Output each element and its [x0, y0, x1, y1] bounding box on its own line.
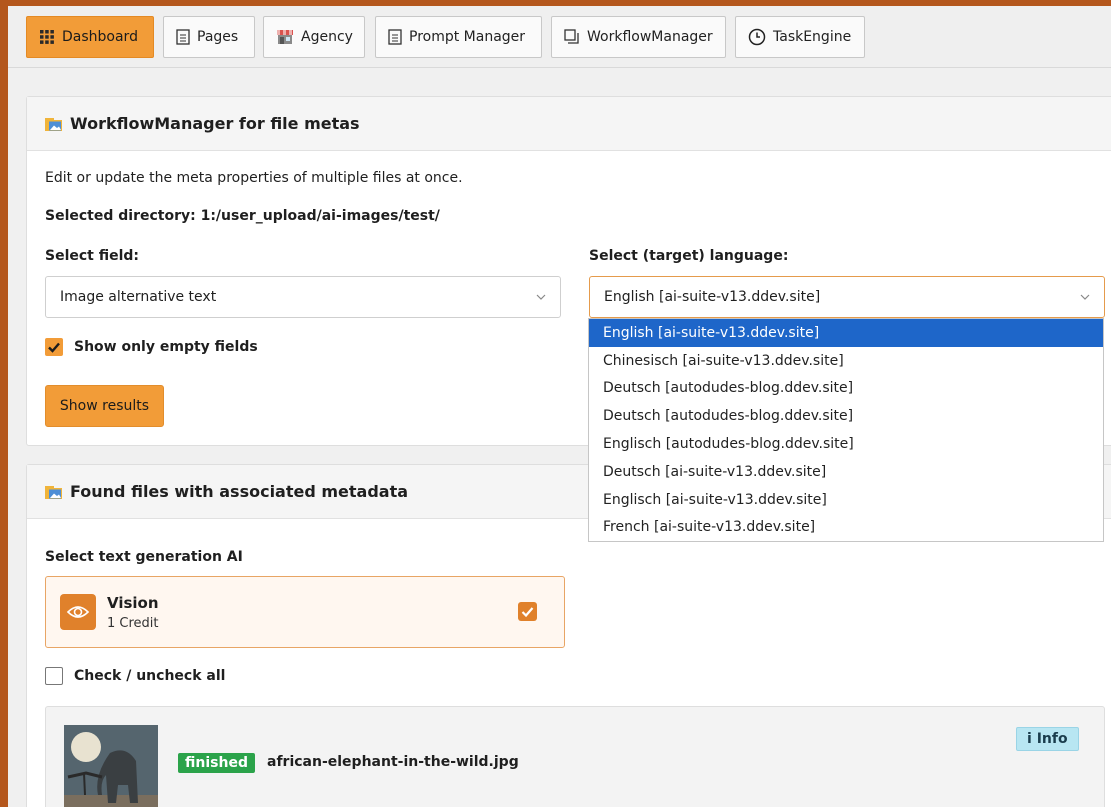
ai-option-name: Vision — [107, 594, 159, 612]
language-select-value: English [ai-suite-v13.ddev.site] — [604, 289, 821, 305]
language-select[interactable]: English [ai-suite-v13.ddev.site] — [589, 276, 1105, 318]
language-option[interactable]: Englisch [autodudes-blog.ddev.site] — [589, 430, 1103, 458]
language-label: Select (target) language: — [589, 248, 789, 264]
language-option[interactable]: Deutsch [autodudes-blog.ddev.site] — [589, 375, 1103, 403]
document-icon — [388, 29, 402, 45]
panel-title: WorkflowManager for file metas — [70, 114, 360, 133]
ai-select-label: Select text generation AI — [45, 549, 243, 565]
language-option[interactable]: French [ai-suite-v13.ddev.site] — [589, 514, 1103, 541]
panel-title: Found files with associated metadata — [70, 482, 409, 501]
eye-icon — [60, 594, 96, 630]
tab-label: Pages — [197, 29, 239, 45]
file-name: african-elephant-in-the-wild.jpg — [267, 754, 519, 770]
field-select[interactable]: Image alternative text — [45, 276, 561, 318]
info-icon: i — [1027, 731, 1032, 747]
language-dropdown-list: English [ai-suite-v13.ddev.site] Chinesi… — [588, 318, 1104, 542]
tab-workflow-manager[interactable]: WorkflowManager — [551, 16, 726, 58]
file-thumbnail — [64, 725, 158, 807]
file-row: finished african-elephant-in-the-wild.jp… — [45, 706, 1105, 807]
shop-icon — [277, 30, 293, 44]
image-folder-icon — [45, 485, 62, 499]
tab-label: Prompt Manager — [409, 29, 526, 45]
info-button-label: Info — [1036, 731, 1068, 747]
language-option[interactable]: Deutsch [autodudes-blog.ddev.site] — [589, 402, 1103, 430]
check-all-label: Check / uncheck all — [74, 668, 226, 684]
status-badge: finished — [178, 753, 255, 773]
panel-header: WorkflowManager for file metas — [27, 97, 1111, 151]
tab-dashboard[interactable]: Dashboard — [26, 16, 154, 58]
clock-icon — [748, 28, 766, 46]
module-description: Edit or update the meta properties of mu… — [45, 170, 463, 186]
ai-option-vision[interactable]: Vision 1 Credit — [45, 576, 565, 648]
info-button[interactable]: i Info — [1016, 727, 1079, 751]
chevron-down-icon — [536, 294, 546, 300]
ai-option-credit: 1 Credit — [107, 616, 159, 631]
tab-agency[interactable]: Agency — [263, 16, 365, 58]
selected-directory: Selected directory: 1:/user_upload/ai-im… — [45, 208, 440, 224]
language-option[interactable]: English [ai-suite-v13.ddev.site] — [589, 319, 1103, 347]
module-tab-bar: Dashboard Pages Agency Prompt Manager Wo… — [8, 6, 1111, 68]
chevron-down-icon — [1080, 294, 1090, 300]
tab-label: Agency — [301, 29, 353, 45]
language-option[interactable]: Deutsch [ai-suite-v13.ddev.site] — [589, 458, 1103, 486]
show-empty-checkbox[interactable] — [45, 338, 63, 356]
language-option[interactable]: Chinesisch [ai-suite-v13.ddev.site] — [589, 347, 1103, 375]
image-folder-icon — [45, 117, 62, 131]
tab-label: TaskEngine — [773, 29, 852, 45]
checkmark-icon — [48, 342, 60, 353]
tab-label: Dashboard — [62, 29, 138, 45]
checkmark-icon — [521, 607, 534, 618]
language-option[interactable]: Englisch [ai-suite-v13.ddev.site] — [589, 486, 1103, 514]
tab-pages[interactable]: Pages — [163, 16, 255, 58]
field-select-value: Image alternative text — [60, 289, 217, 305]
page-icon — [176, 29, 190, 45]
check-all-checkbox[interactable] — [45, 667, 63, 685]
copy-icon — [564, 29, 579, 44]
ai-option-checkbox[interactable] — [518, 602, 537, 621]
backend-module: Dashboard Pages Agency Prompt Manager Wo… — [8, 6, 1111, 807]
tab-label: WorkflowManager — [587, 29, 713, 45]
field-label: Select field: — [45, 248, 140, 264]
show-empty-label: Show only empty fields — [74, 339, 258, 355]
tab-prompt-manager[interactable]: Prompt Manager — [375, 16, 542, 58]
show-results-button[interactable]: Show results — [45, 385, 164, 427]
grid-icon — [40, 30, 54, 44]
tab-task-engine[interactable]: TaskEngine — [735, 16, 865, 58]
